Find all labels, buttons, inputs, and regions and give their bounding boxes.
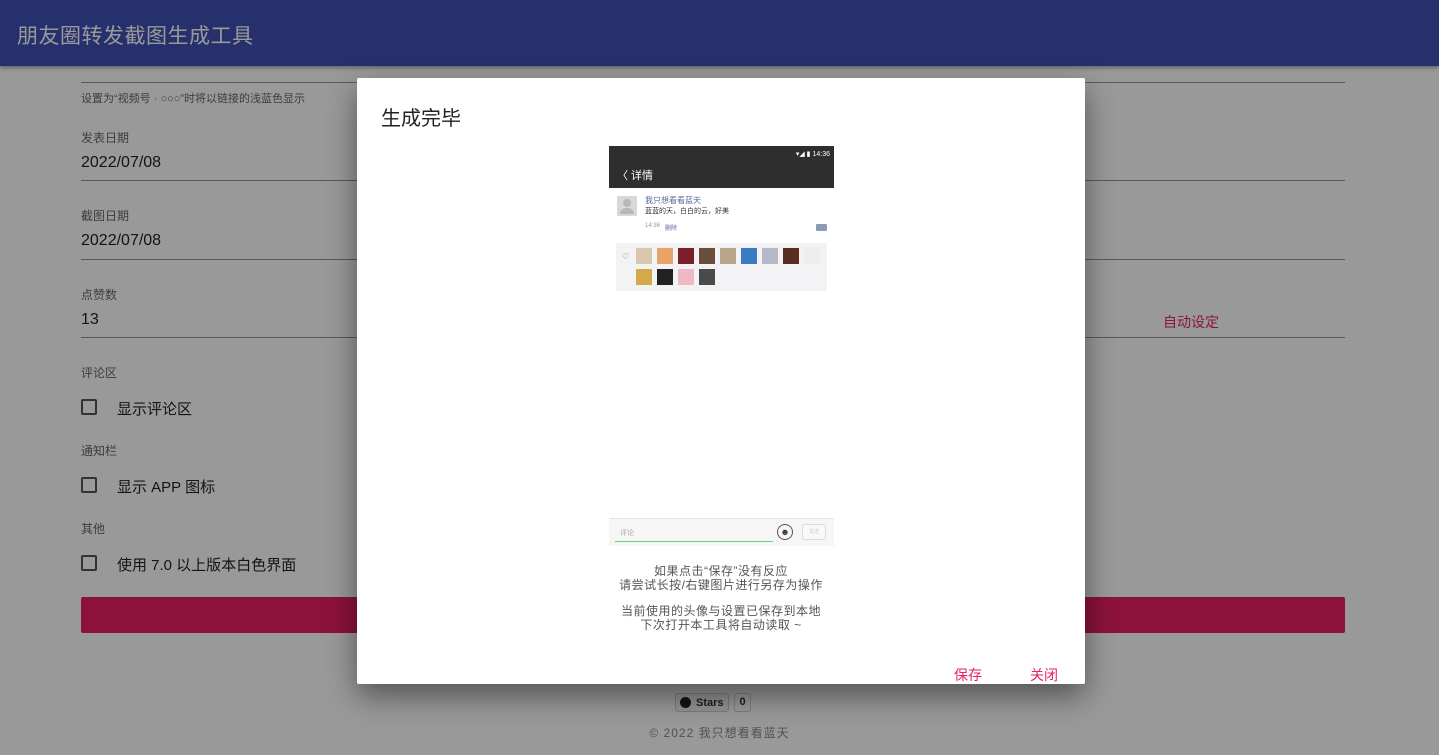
liker-avatar bbox=[636, 269, 652, 285]
preview-author: 我只想看看蓝天 bbox=[645, 196, 701, 205]
liker-avatar bbox=[657, 269, 673, 285]
send-button: 发送 bbox=[802, 524, 826, 540]
preview-top-bar: ▾◢ ▮ 14:36 〈 详情 bbox=[609, 146, 834, 188]
preview-delete: 删除 bbox=[665, 226, 678, 232]
preview-comment-bar: 评论 ☻ 发送 bbox=[609, 518, 834, 546]
save-button[interactable]: 保存 bbox=[954, 665, 982, 685]
liker-avatar bbox=[678, 248, 694, 264]
liker-avatar bbox=[804, 248, 820, 264]
save-note-line2: 请尝试长按/右键图片进行另存为操作 bbox=[619, 578, 823, 592]
liker-avatar bbox=[699, 248, 715, 264]
liker-avatar bbox=[720, 248, 736, 264]
generated-screenshot[interactable]: ▾◢ ▮ 14:36 〈 详情 我只想看看蓝天 蓝蓝的天，白白的云，好美 14:… bbox=[609, 146, 834, 546]
liker-avatar bbox=[678, 269, 694, 285]
preview-status: ▾◢ ▮ 14:36 bbox=[795, 151, 830, 158]
liker-avatar bbox=[657, 248, 673, 264]
likes-panel: ♡ bbox=[616, 243, 827, 291]
liker-avatar bbox=[762, 248, 778, 264]
liker-avatar bbox=[741, 248, 757, 264]
liker-avatar bbox=[699, 269, 715, 285]
preview-header: 〈 详情 bbox=[617, 170, 654, 182]
close-button[interactable]: 关闭 bbox=[1030, 665, 1058, 685]
result-dialog: 生成完毕 ▾◢ ▮ 14:36 〈 详情 我只想看看蓝天 蓝蓝的天，白白的云，好… bbox=[357, 78, 1085, 684]
liker-avatar bbox=[783, 248, 799, 264]
emoji-icon: ☻ bbox=[777, 524, 793, 540]
storage-note-line2: 下次打开本工具将自动读取 ~ bbox=[640, 618, 802, 632]
storage-note-line1: 当前使用的头像与设置已保存到本地 bbox=[620, 604, 821, 618]
dialog-title: 生成完毕 bbox=[381, 108, 461, 130]
avatar bbox=[617, 196, 637, 216]
save-note-line1: 如果点击“保存”没有反应 bbox=[654, 564, 788, 578]
heart-icon: ♡ bbox=[622, 252, 630, 261]
comment-placeholder: 评论 bbox=[620, 530, 634, 537]
more-icon bbox=[816, 224, 827, 231]
comment-underline bbox=[615, 541, 773, 542]
preview-time: 14:36 bbox=[645, 223, 661, 229]
preview-text: 蓝蓝的天，白白的云，好美 bbox=[645, 208, 729, 215]
liker-avatar bbox=[636, 248, 652, 264]
